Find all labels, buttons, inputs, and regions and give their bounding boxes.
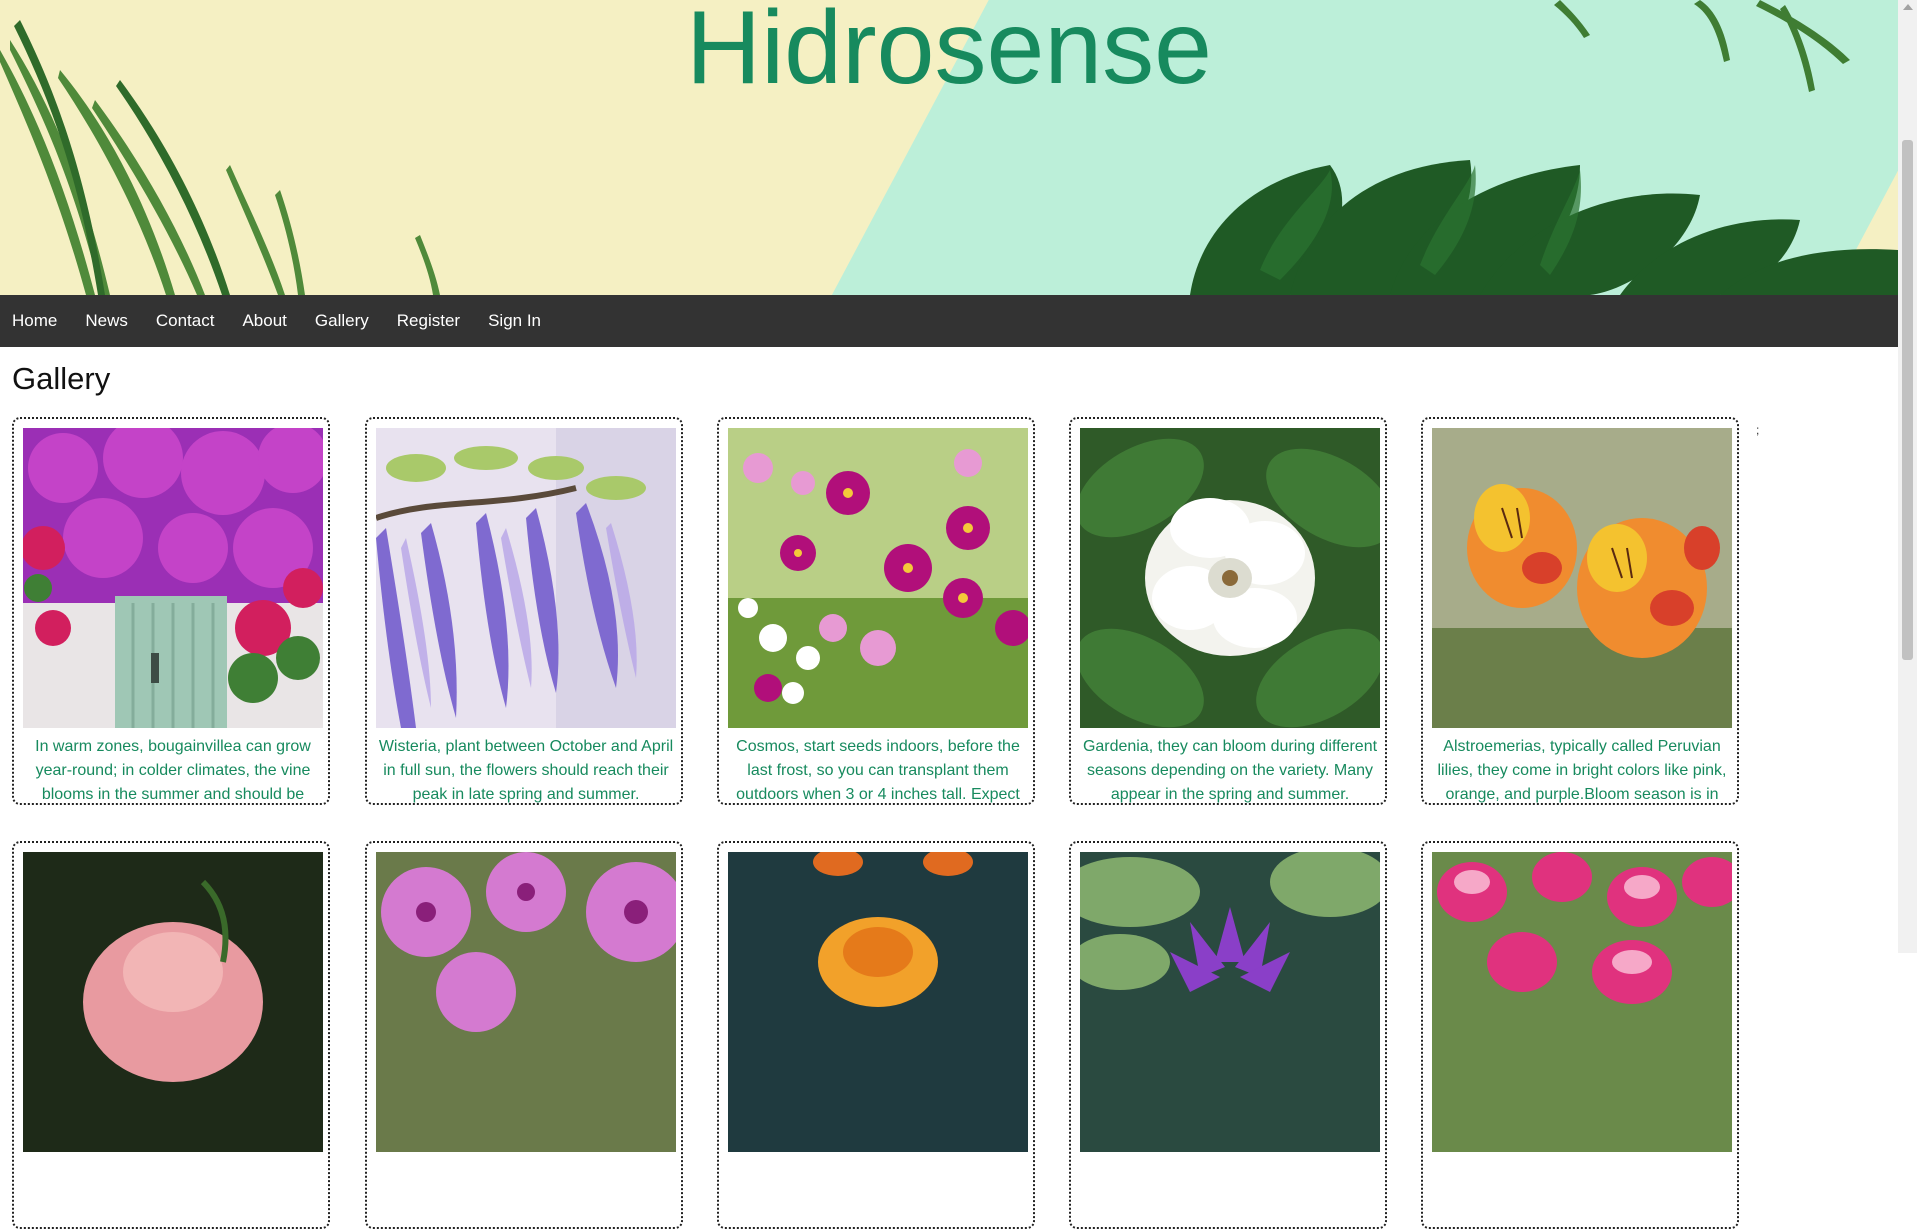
nav-register[interactable]: Register — [385, 295, 476, 347]
gallery-card-petunia — [365, 841, 683, 1229]
nav-news[interactable]: News — [73, 295, 144, 347]
alstroemeria-photo — [1432, 428, 1732, 728]
scroll-up-arrow-icon[interactable] — [1903, 4, 1913, 10]
gallery-card-gardenia: Gardenia, they can bloom during differen… — [1069, 417, 1387, 805]
stray-text-mark: ; — [1756, 423, 1760, 437]
gallery-card-wisteria: Wisteria, plant between October and Apri… — [365, 417, 683, 805]
gallery-card-water-lily — [1069, 841, 1387, 1229]
water-lily-photo — [1080, 852, 1380, 1152]
scrollbar-thumb[interactable] — [1902, 140, 1913, 660]
gallery-card-bougainvillea: In warm zones, bougainvillea can grow ye… — [12, 417, 330, 805]
petunia-photo — [376, 852, 676, 1152]
nav-contact[interactable]: Contact — [144, 295, 231, 347]
gallery-card-cosmos: Cosmos, start seeds indoors, before the … — [717, 417, 1035, 805]
gallery-card-marigold — [717, 841, 1035, 1229]
cosmos-photo — [728, 428, 1028, 728]
tulip-photo — [1432, 852, 1732, 1152]
nav-about[interactable]: About — [230, 295, 302, 347]
card-caption: In warm zones, bougainvillea can grow ye… — [35, 738, 311, 803]
gallery-card-tulip — [1421, 841, 1739, 1229]
wisteria-photo — [376, 428, 676, 728]
card-caption: Gardenia, they can bloom during differen… — [1082, 738, 1378, 803]
site-title: Hidrosense — [685, 0, 1213, 106]
gallery-heading: Gallery — [12, 361, 111, 396]
card-caption: Alstroemerias, typically called Peruvian… — [1437, 738, 1727, 803]
card-caption: Cosmos, start seeds indoors, before the … — [736, 738, 1020, 803]
nav-sign-in[interactable]: Sign In — [476, 295, 557, 347]
marigold-photo — [728, 852, 1028, 1152]
nav-home[interactable]: Home — [0, 295, 73, 347]
header-banner: Hidrosense — [0, 0, 1898, 295]
gallery-card-rose — [12, 841, 330, 1229]
vertical-scrollbar[interactable] — [1898, 0, 1917, 953]
bougainvillea-photo — [23, 428, 323, 728]
nav-gallery[interactable]: Gallery — [303, 295, 385, 347]
rose-photo — [23, 852, 323, 1152]
gallery-card-alstroemeria: Alstroemerias, typically called Peruvian… — [1421, 417, 1739, 805]
gardenia-photo — [1080, 428, 1380, 728]
card-caption: Wisteria, plant between October and Apri… — [378, 738, 674, 803]
main-nav: Home News Contact About Gallery Register… — [0, 295, 1898, 347]
